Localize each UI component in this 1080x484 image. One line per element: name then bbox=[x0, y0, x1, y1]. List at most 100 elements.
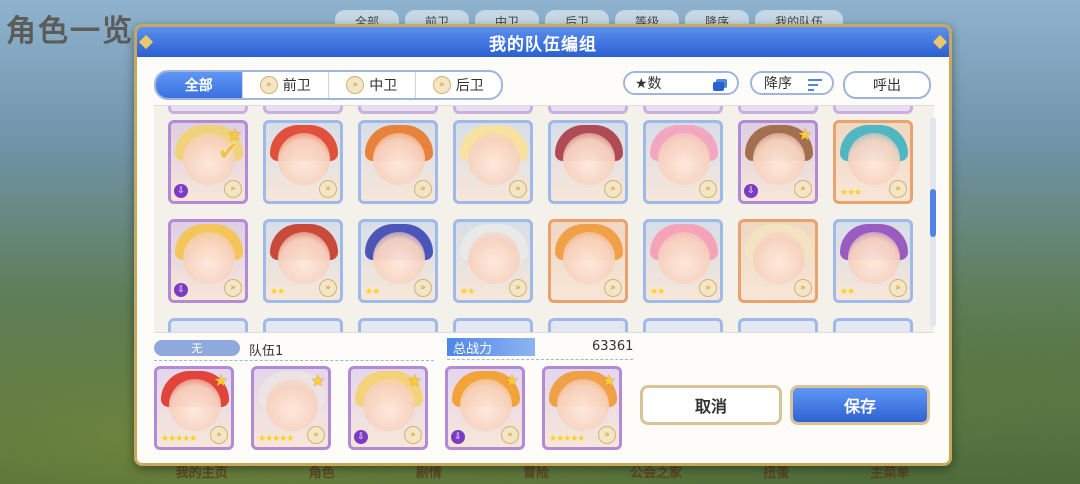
filter-all[interactable]: 全部 bbox=[156, 72, 242, 98]
character-card-partial[interactable] bbox=[643, 106, 723, 114]
sort-field-button[interactable]: ★数 bbox=[623, 71, 739, 95]
character-card-partial[interactable] bbox=[548, 318, 628, 332]
team-name[interactable]: 队伍1 bbox=[249, 340, 283, 359]
character-portrait bbox=[848, 133, 900, 185]
filter-front[interactable]: » 前卫 bbox=[241, 72, 329, 98]
position-arrow-icon: » bbox=[414, 180, 432, 198]
team-divider bbox=[154, 360, 434, 361]
position-arrow-icon: » bbox=[404, 426, 422, 444]
position-arrow-icon: » bbox=[432, 76, 451, 94]
position-arrow-icon: » bbox=[604, 180, 622, 198]
star-rating: ★★ bbox=[650, 287, 665, 297]
team-member-card[interactable]: » ★ ⇩ bbox=[348, 366, 428, 450]
selected-check-icon: ✔ bbox=[217, 137, 239, 167]
character-portrait bbox=[658, 133, 710, 185]
position-arrow-icon: » bbox=[224, 180, 242, 198]
favorite-star-icon: ★ bbox=[797, 125, 812, 144]
character-portrait bbox=[278, 232, 330, 284]
character-card-partial[interactable] bbox=[453, 318, 533, 332]
cancel-button[interactable]: 取消 bbox=[640, 385, 782, 425]
character-card[interactable]: » ★★★ bbox=[833, 120, 913, 204]
character-card[interactable]: » ★★ bbox=[358, 219, 438, 303]
call-button[interactable]: 呼出 bbox=[843, 71, 931, 99]
character-card-partial[interactable] bbox=[358, 318, 438, 332]
filter-all-label: 全部 bbox=[184, 78, 213, 94]
scrollbar-thumb[interactable] bbox=[930, 189, 936, 237]
star-rating: ★★★★★ bbox=[161, 434, 197, 444]
character-portrait bbox=[563, 133, 615, 185]
character-card-partial[interactable] bbox=[358, 106, 438, 114]
position-arrow-icon: » bbox=[889, 279, 907, 297]
character-card-partial[interactable] bbox=[833, 318, 913, 332]
sort-field-label: ★数 bbox=[635, 76, 662, 92]
character-card-partial[interactable] bbox=[453, 106, 533, 114]
character-card-partial[interactable] bbox=[263, 106, 343, 114]
position-arrow-icon: » bbox=[414, 279, 432, 297]
star-rating: ★★ bbox=[460, 287, 475, 297]
character-card-partial[interactable] bbox=[738, 106, 818, 114]
sort-order-button[interactable]: 降序 bbox=[750, 71, 834, 95]
position-arrow-icon: » bbox=[210, 426, 228, 444]
character-card[interactable]: » ★ ⇩ bbox=[738, 120, 818, 204]
character-card-partial[interactable] bbox=[643, 318, 723, 332]
position-arrow-icon: » bbox=[604, 279, 622, 297]
star-rating: ★★★★★ bbox=[549, 434, 585, 444]
window-icon bbox=[713, 79, 727, 91]
rank-down-icon: ⇩ bbox=[174, 283, 188, 297]
character-card[interactable]: » ★★ bbox=[453, 219, 533, 303]
star-rating: ★★★★★ bbox=[258, 434, 294, 444]
position-arrow-icon: » bbox=[319, 279, 337, 297]
filter-front-label: 前卫 bbox=[282, 78, 311, 94]
favorite-star-icon: ★ bbox=[601, 371, 616, 390]
dialog-titlebar: 我的队伍编组 bbox=[137, 27, 949, 57]
character-card-partial[interactable] bbox=[263, 318, 343, 332]
character-card[interactable]: » ★★ bbox=[833, 219, 913, 303]
character-card-partial[interactable] bbox=[833, 106, 913, 114]
character-card[interactable]: » bbox=[643, 120, 723, 204]
character-portrait bbox=[468, 232, 520, 284]
character-card[interactable]: » ★ ⇩ ✔ bbox=[168, 120, 248, 204]
character-card[interactable]: » bbox=[453, 120, 533, 204]
grid-scrollbar[interactable] bbox=[930, 117, 936, 327]
position-arrow-icon: » bbox=[794, 279, 812, 297]
character-card[interactable]: » bbox=[263, 120, 343, 204]
character-card[interactable]: » ★★ bbox=[263, 219, 343, 303]
filter-middle[interactable]: » 中卫 bbox=[328, 72, 415, 98]
team-edit-dialog: 我的队伍编组 全部 » 前卫 » 中卫 » 后卫 ★数 降序 呼出 » ★ ⇩ ✔»»… bbox=[134, 24, 952, 466]
position-arrow-icon: » bbox=[509, 180, 527, 198]
position-arrow-icon: » bbox=[224, 279, 242, 297]
favorite-star-icon: ★ bbox=[407, 371, 422, 390]
character-portrait bbox=[848, 232, 900, 284]
character-card-partial[interactable] bbox=[738, 318, 818, 332]
character-card[interactable]: » ★★ bbox=[643, 219, 723, 303]
character-portrait bbox=[373, 232, 425, 284]
position-arrow-icon: » bbox=[699, 180, 717, 198]
sort-order-label: 降序 bbox=[764, 76, 792, 92]
filter-back[interactable]: » 后卫 bbox=[414, 72, 502, 98]
total-power-value: 63361 bbox=[592, 339, 634, 354]
team-member-card[interactable]: » ★ ⇩ bbox=[445, 366, 525, 450]
position-arrow-icon: » bbox=[346, 76, 365, 94]
team-info-row: 无 队伍1 bbox=[154, 338, 634, 361]
star-rating: ★★ bbox=[270, 287, 285, 297]
team-badge: 无 bbox=[154, 340, 240, 356]
save-button[interactable]: 保存 bbox=[790, 385, 930, 425]
position-filter-bar: 全部 » 前卫 » 中卫 » 后卫 bbox=[154, 70, 503, 100]
position-arrow-icon: » bbox=[307, 426, 325, 444]
character-card-partial[interactable] bbox=[548, 106, 628, 114]
filter-back-label: 后卫 bbox=[455, 78, 484, 94]
favorite-star-icon: ★ bbox=[310, 371, 325, 390]
character-card[interactable]: » bbox=[738, 219, 818, 303]
team-member-card[interactable]: » ★ ★★★★★ bbox=[154, 366, 234, 450]
character-card[interactable]: » bbox=[548, 219, 628, 303]
character-card[interactable]: » bbox=[548, 120, 628, 204]
team-member-card[interactable]: » ★ ★★★★★ bbox=[251, 366, 331, 450]
favorite-star-icon: ★ bbox=[213, 371, 228, 390]
character-card[interactable]: » bbox=[358, 120, 438, 204]
character-card-partial[interactable] bbox=[168, 106, 248, 114]
star-rating: ★★★ bbox=[840, 188, 862, 198]
team-member-card[interactable]: » ★ ★★★★★ bbox=[542, 366, 622, 450]
character-card[interactable]: » ⇩ bbox=[168, 219, 248, 303]
character-portrait bbox=[658, 232, 710, 284]
character-card-partial[interactable] bbox=[168, 318, 248, 332]
